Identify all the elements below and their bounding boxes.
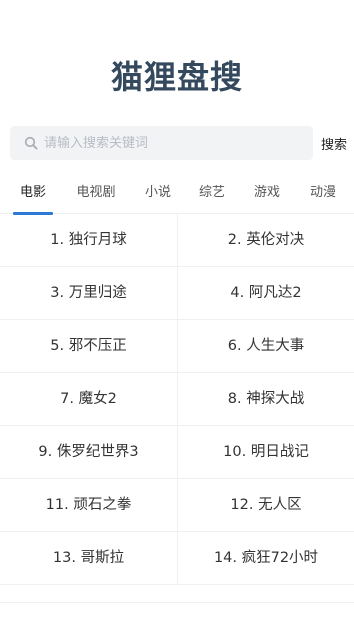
- result-item[interactable]: 13. 哥斯拉: [0, 532, 178, 585]
- search-button[interactable]: 搜索: [321, 126, 354, 160]
- page: 猫狸盘搜 搜索 电影 电视剧 小说 综艺 游戏 动漫 1. 独行月球 2. 英伦…: [0, 0, 354, 631]
- search-field[interactable]: [10, 126, 313, 160]
- tab-novel[interactable]: 小说: [139, 172, 177, 214]
- tab-game[interactable]: 游戏: [248, 172, 286, 214]
- result-item[interactable]: 11. 顽石之拳: [0, 479, 178, 532]
- result-item[interactable]: 10. 明日战记: [178, 426, 354, 479]
- result-item[interactable]: 14. 疯狂72小时: [178, 532, 354, 585]
- result-item[interactable]: 4. 阿凡达2: [178, 267, 354, 320]
- search-bar: 搜索: [10, 126, 354, 160]
- result-item[interactable]: 3. 万里归途: [0, 267, 178, 320]
- app-logo-title: 猫狸盘搜: [110, 58, 243, 96]
- search-icon: [24, 136, 38, 150]
- tab-anime[interactable]: 动漫: [303, 172, 343, 214]
- result-item[interactable]: 6. 人生大事: [178, 320, 354, 373]
- tab-tv-series[interactable]: 电视剧: [70, 172, 122, 214]
- result-item[interactable]: 7. 魔女2: [0, 373, 178, 426]
- category-tabs: 电影 电视剧 小说 综艺 游戏 动漫: [0, 172, 354, 215]
- tab-movie[interactable]: 电影: [13, 172, 53, 215]
- result-item[interactable]: 5. 邪不压正: [0, 320, 178, 373]
- search-input[interactable]: [44, 135, 284, 151]
- result-item[interactable]: 12. 无人区: [178, 479, 354, 532]
- result-item[interactable]: 1. 独行月球: [0, 214, 178, 267]
- tab-variety[interactable]: 综艺: [193, 172, 231, 214]
- result-item[interactable]: 9. 侏罗纪世界3: [0, 426, 178, 479]
- divider: [0, 602, 354, 603]
- result-item[interactable]: 8. 神探大战: [178, 373, 354, 426]
- result-item[interactable]: 2. 英伦对决: [178, 214, 354, 267]
